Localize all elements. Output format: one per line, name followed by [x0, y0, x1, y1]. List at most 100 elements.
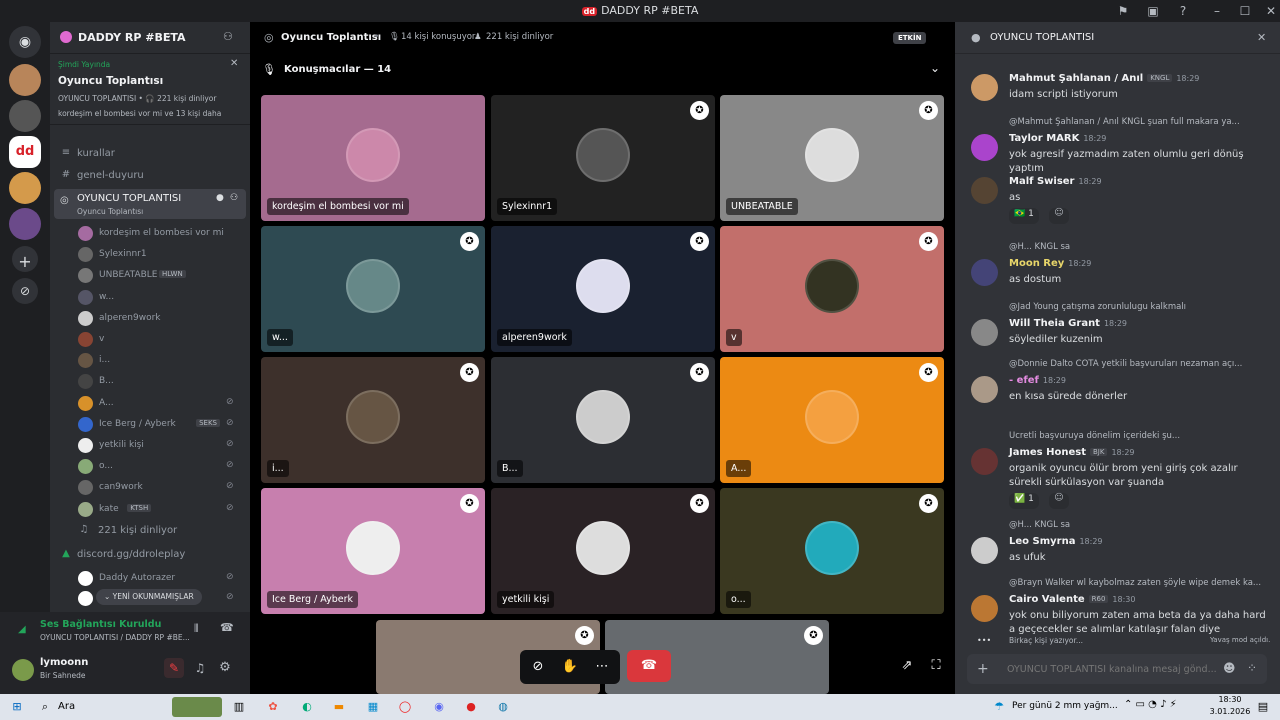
notification-icon[interactable]: ▤	[1254, 698, 1272, 716]
copilot-icon[interactable]: ✿	[264, 698, 282, 716]
chevron-down-icon[interactable]: ⌄	[930, 61, 940, 75]
reply-preview[interactable]: @Mahmut Şahlanan / Anıl KNGL şuan full m…	[1009, 117, 1271, 127]
avatar[interactable]	[12, 659, 34, 681]
store-icon[interactable]: ▦	[364, 698, 382, 716]
minimize-icon[interactable]: –	[1208, 2, 1226, 20]
author-line[interactable]: - efef 18:29	[1009, 375, 1066, 386]
reaction[interactable]: ✅ 1	[1009, 493, 1039, 509]
opera-icon[interactable]: ◯	[396, 698, 414, 716]
voice-status-sub[interactable]: OYUNCU TOPLANTISI / DADDY RP #BE...	[40, 633, 190, 642]
avatar[interactable]	[971, 537, 998, 564]
speaker-tile[interactable]: v ✪	[720, 226, 944, 352]
speakers-header[interactable]: 🎙 Konuşmacılar — 14 ⌄	[250, 56, 955, 84]
noise-icon[interactable]: ⫴	[194, 622, 199, 636]
add-reaction-icon[interactable]: ☺	[1049, 208, 1069, 224]
speaker-tile[interactable]: Ice Berg / Ayberk ✪	[261, 488, 485, 614]
author-line[interactable]: Mahmut Şahlanan / Anıl KNGL 18:29	[1009, 73, 1199, 84]
fullscreen-icon[interactable]: ⛶	[924, 654, 948, 678]
leave-stage-button[interactable]: ☎	[627, 650, 671, 682]
server-icon[interactable]	[9, 100, 41, 132]
speaker-tile[interactable]: UNBEATABLE ✪	[720, 95, 944, 221]
server-icon[interactable]	[9, 64, 41, 96]
author-line[interactable]: Leo Smyrna 18:29	[1009, 536, 1103, 547]
invite-icon[interactable]: ⚇	[230, 193, 238, 203]
headphones-icon[interactable]: ♫	[190, 658, 210, 678]
message-input[interactable]	[1007, 660, 1217, 678]
more-icon[interactable]: ⋯	[590, 655, 614, 679]
list-item[interactable]: i...	[50, 350, 250, 371]
live-event-card[interactable]: Şimdi Yayında ✕ Oyuncu Toplantısı OYUNCU…	[50, 55, 250, 125]
avatar[interactable]	[971, 134, 998, 161]
mic-off-icon[interactable]: ⊘	[526, 655, 550, 679]
add-server-icon[interactable]: +	[12, 246, 38, 272]
server-daddy-rp-icon[interactable]: dd	[9, 136, 41, 168]
speaker-tile[interactable]: B... ✪	[491, 357, 715, 483]
reply-preview[interactable]: @H... KNGL sa	[1009, 242, 1271, 252]
tray-icons[interactable]: ⌃ ▭ ◔ ♪ ⚡	[1124, 699, 1177, 710]
author-line[interactable]: Malf Swiser 18:29	[1009, 176, 1102, 187]
channel-oyuncu-toplantisi[interactable]: ◎ OYUNCU TOPLANTISI Oyuncu Toplantısı ● …	[54, 189, 246, 219]
list-item[interactable]: Ice Berg / Ayberk SEKS ⊘	[50, 414, 250, 435]
search-label[interactable]: Ara	[58, 701, 75, 712]
chat-icon[interactable]: ●	[216, 193, 224, 203]
close-icon[interactable]: ✕	[1257, 31, 1266, 44]
speaker-tile[interactable]: A... ✪	[720, 357, 944, 483]
list-item[interactable]: UNBEATABLE HLWN	[50, 265, 250, 286]
list-item[interactable]: kordeşim el bombesi vor mi	[50, 223, 250, 244]
reply-preview[interactable]: @Brayn Walker wl kaybolmaz zaten şöyle w…	[1009, 578, 1271, 588]
search-icon[interactable]: ⌕	[36, 698, 54, 716]
avatar[interactable]	[971, 74, 998, 101]
reply-preview[interactable]: @Jad Young çatışma zorunlulugu kalkmalı	[1009, 302, 1271, 312]
reply-preview[interactable]: Ücretli başvuruya dönelim içerideki şu..…	[1009, 431, 1271, 441]
discover-icon[interactable]: ⊘	[12, 278, 38, 304]
maximize-icon[interactable]: ☐	[1236, 2, 1254, 20]
author-line[interactable]: Will Theia Grant 18:29	[1009, 318, 1127, 329]
clock-date[interactable]: 3.01.2026	[1203, 707, 1257, 716]
list-item[interactable]: alperen9work	[50, 308, 250, 329]
avatar[interactable]	[971, 319, 998, 346]
author-line[interactable]: Moon Rey 18:29	[1009, 258, 1091, 269]
unread-pill[interactable]: ⌄ YENİ OKUNMAMIŞLAR	[96, 589, 202, 605]
channel-genel-duyuru[interactable]: # genel-duyuru	[50, 166, 250, 186]
speaker-tile[interactable]: i... ✪	[261, 357, 485, 483]
steam-icon[interactable]: ◍	[494, 698, 512, 716]
reply-preview[interactable]: @H... KNGL sa	[1009, 520, 1271, 530]
file-explorer-icon[interactable]: ▬	[330, 698, 348, 716]
apps-icon[interactable]: ⁘	[1247, 661, 1257, 675]
list-item[interactable]: Sylexinnr1	[50, 244, 250, 265]
inbox-flag-icon[interactable]: ⚑	[1114, 2, 1132, 20]
speaker-tile[interactable]: alperen9work ✪	[491, 226, 715, 352]
channel-invite[interactable]: ▲ discord.gg/ddroleplay	[50, 545, 250, 565]
raise-hand-icon[interactable]: ✋	[558, 655, 582, 679]
avatar[interactable]	[971, 177, 998, 204]
popout-icon[interactable]: ⇗	[895, 654, 919, 678]
avatar[interactable]	[971, 259, 998, 286]
speaker-tile[interactable]: Sylexinnr1 ✪	[491, 95, 715, 221]
clock-time[interactable]: 18:30	[1210, 695, 1250, 704]
task-view-icon[interactable]: ▥	[230, 698, 248, 716]
list-item[interactable]: yetkili kişi ⊘	[50, 435, 250, 456]
reply-preview[interactable]: @Donnie Dalto COTA yetkili başvuruları n…	[1009, 359, 1271, 369]
author-line[interactable]: Cairo Valente R60 18:30	[1009, 594, 1135, 605]
avatar[interactable]	[971, 448, 998, 475]
close-icon[interactable]: ✕	[230, 58, 238, 69]
server-icon[interactable]	[9, 208, 41, 240]
screen-icon[interactable]: ▣	[1144, 2, 1162, 20]
reaction[interactable]: 🇧🇷 1	[1009, 208, 1039, 224]
discord-home-icon[interactable]: ◉	[9, 26, 41, 58]
list-item[interactable]: A... ⊘	[50, 393, 250, 414]
user-name[interactable]: lymoonn	[40, 657, 88, 668]
server-header[interactable]: DADDY RP #BETA ⌄ ⚇	[50, 22, 250, 54]
weather-text[interactable]: Per günü 2 mm yağm...	[1012, 701, 1118, 711]
add-attachment-icon[interactable]: +	[977, 661, 989, 677]
speaker-tile[interactable]: o... ✪	[720, 488, 944, 614]
list-item[interactable]: kate KTSH ⊘	[50, 499, 250, 520]
list-item[interactable]: can9work ⊘	[50, 477, 250, 498]
server-icon[interactable]	[9, 172, 41, 204]
author-line[interactable]: James Honest BJK 18:29	[1009, 447, 1135, 458]
avatar[interactable]	[971, 376, 998, 403]
author-line[interactable]: Taylor MARK 18:29	[1009, 133, 1106, 144]
list-item[interactable]: o... ⊘	[50, 456, 250, 477]
voice-status-title[interactable]: Ses Bağlantısı Kuruldu	[40, 619, 161, 630]
speaker-tile[interactable]: yetkili kişi ✪	[491, 488, 715, 614]
